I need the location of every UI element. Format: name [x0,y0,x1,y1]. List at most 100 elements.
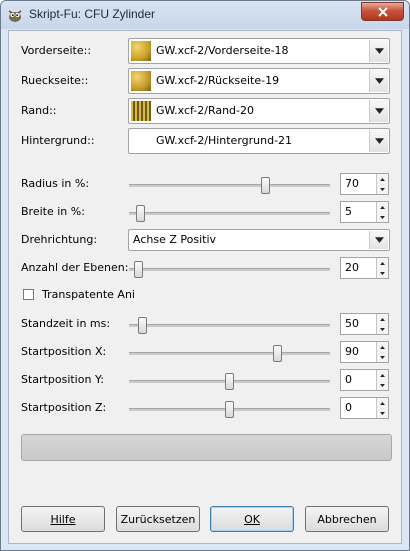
spinbutton-1[interactable]: 5 [340,201,389,223]
window-title: Skript-Fu: CFU Zylinder [29,7,156,21]
combo-dropdown-button[interactable] [369,231,388,249]
spinbutton-arrows[interactable] [376,174,388,194]
cancel-button[interactable]: Abbrechen [305,506,389,532]
slider-track-pos-1[interactable] [129,345,330,362]
slider-thumb[interactable] [272,345,282,362]
spinbutton-pos-1[interactable]: 90 [340,341,389,363]
combo-dropdown-button[interactable] [369,130,388,152]
spinbutton-pos-0[interactable]: 50 [340,313,389,335]
slider-thumb[interactable] [260,177,270,194]
combo-dropdown-button[interactable] [369,100,388,122]
slider-track-0[interactable] [129,177,330,194]
arrow-down-icon [380,355,385,359]
spinbutton-value: 90 [345,345,359,358]
combo-value: GW.xcf-2/Hintergrund-21 [156,134,293,147]
field-label: Anzahl der Ebenen: [21,261,129,274]
slider-track-pos-2[interactable] [129,373,330,390]
spinbutton-2[interactable]: 20 [340,257,389,279]
arrow-up-icon [380,345,385,349]
slider-thumb[interactable] [224,401,234,418]
spinbutton-value: 5 [345,205,352,218]
spinbutton-arrows[interactable] [376,202,388,222]
arrow-down-icon [380,187,385,191]
texture-combo-1[interactable]: GW.xcf-2/Rückseite-19 [128,68,390,94]
spin-down-button[interactable] [377,380,388,390]
gimp-icon [8,10,22,22]
chevron-down-icon [374,108,384,114]
spin-up-button[interactable] [377,314,388,324]
spin-down-button[interactable] [377,408,388,418]
texture-swatch [131,41,151,61]
reset-button-label: Zurücksetzen [120,512,196,526]
spin-up-button[interactable] [377,174,388,184]
spinbutton-value: 70 [345,177,359,190]
slider-track-pos-3[interactable] [129,401,330,418]
field-label: Rand:: [21,104,57,117]
spinbutton-arrows[interactable] [376,314,388,334]
spin-up-button[interactable] [377,398,388,408]
spin-down-button[interactable] [377,324,388,334]
spinbutton-arrows[interactable] [376,398,388,418]
close-button[interactable] [361,2,404,21]
slider-thumb[interactable] [134,261,144,278]
slider-track-2[interactable] [129,261,330,278]
spinbutton-arrows[interactable] [376,342,388,362]
chevron-down-icon [374,138,384,144]
field-label: Startposition Y: [21,373,104,386]
cancel-button-label: Abbrechen [317,512,377,526]
combo-value: GW.xcf-2/Rand-20 [156,104,255,117]
combo-value: GW.xcf-2/Rückseite-19 [156,74,280,87]
slider-track-pos-0[interactable] [129,317,330,334]
spinbutton-pos-2[interactable]: 0 [340,369,389,391]
spin-up-button[interactable] [377,202,388,212]
help-button-label: Hilfe [50,512,76,526]
direction-label: Drehrichtung: [21,233,98,246]
spin-up-button[interactable] [377,370,388,380]
texture-combo-2[interactable]: GW.xcf-2/Rand-20 [128,98,390,124]
spin-down-button[interactable] [377,184,388,194]
field-label: Startposition X: [21,345,107,358]
checkbox-label[interactable]: Transpatente Ani [42,288,135,301]
spinbutton-value: 50 [345,317,359,330]
spin-down-button[interactable] [377,212,388,222]
slider-thumb[interactable] [136,205,146,222]
reset-button[interactable]: Zurücksetzen [116,506,200,532]
arrow-down-icon [380,215,385,219]
spinbutton-arrows[interactable] [376,258,388,278]
spinbutton-pos-3[interactable]: 0 [340,397,389,419]
ok-button-label: OK [244,512,260,526]
spin-up-button[interactable] [377,258,388,268]
slider-track-1[interactable] [129,205,330,222]
chevron-down-icon [374,48,384,54]
arrow-down-icon [380,327,385,331]
spinbutton-value: 20 [345,261,359,274]
progress-bar [21,434,392,461]
close-icon [377,6,388,17]
chevron-down-icon [374,78,384,84]
combo-value: GW.xcf-2/Vorderseite-18 [156,44,289,57]
texture-combo-0[interactable]: GW.xcf-2/Vorderseite-18 [128,38,390,64]
slider-thumb[interactable] [224,373,234,390]
help-button[interactable]: Hilfe [21,506,105,532]
texture-combo-3[interactable]: GW.xcf-2/Hintergrund-21 [128,128,390,154]
direction-combo[interactable]: Achse Z Positiv [128,229,390,251]
arrow-down-icon [380,271,385,275]
arrow-up-icon [380,261,385,265]
dialog-client: Vorderseite:: GW.xcf-2/Vorderseite-18 Ruec… [8,30,402,544]
spinbutton-arrows[interactable] [376,370,388,390]
combo-dropdown-button[interactable] [369,40,388,62]
combo-value: Achse Z Positiv [133,233,217,246]
combo-dropdown-button[interactable] [369,70,388,92]
arrow-down-icon [380,383,385,387]
spin-down-button[interactable] [377,268,388,278]
spinbutton-0[interactable]: 70 [340,173,389,195]
chevron-down-icon [374,237,384,243]
title-bar[interactable]: Skript-Fu: CFU Zylinder [1,1,409,29]
spinbutton-value: 0 [345,401,352,414]
slider-thumb[interactable] [138,317,148,334]
spin-up-button[interactable] [377,342,388,352]
transparent-checkbox[interactable] [23,289,34,300]
spin-down-button[interactable] [377,352,388,362]
ok-button[interactable]: OK [210,506,294,532]
field-label: Breite in %: [21,205,85,218]
